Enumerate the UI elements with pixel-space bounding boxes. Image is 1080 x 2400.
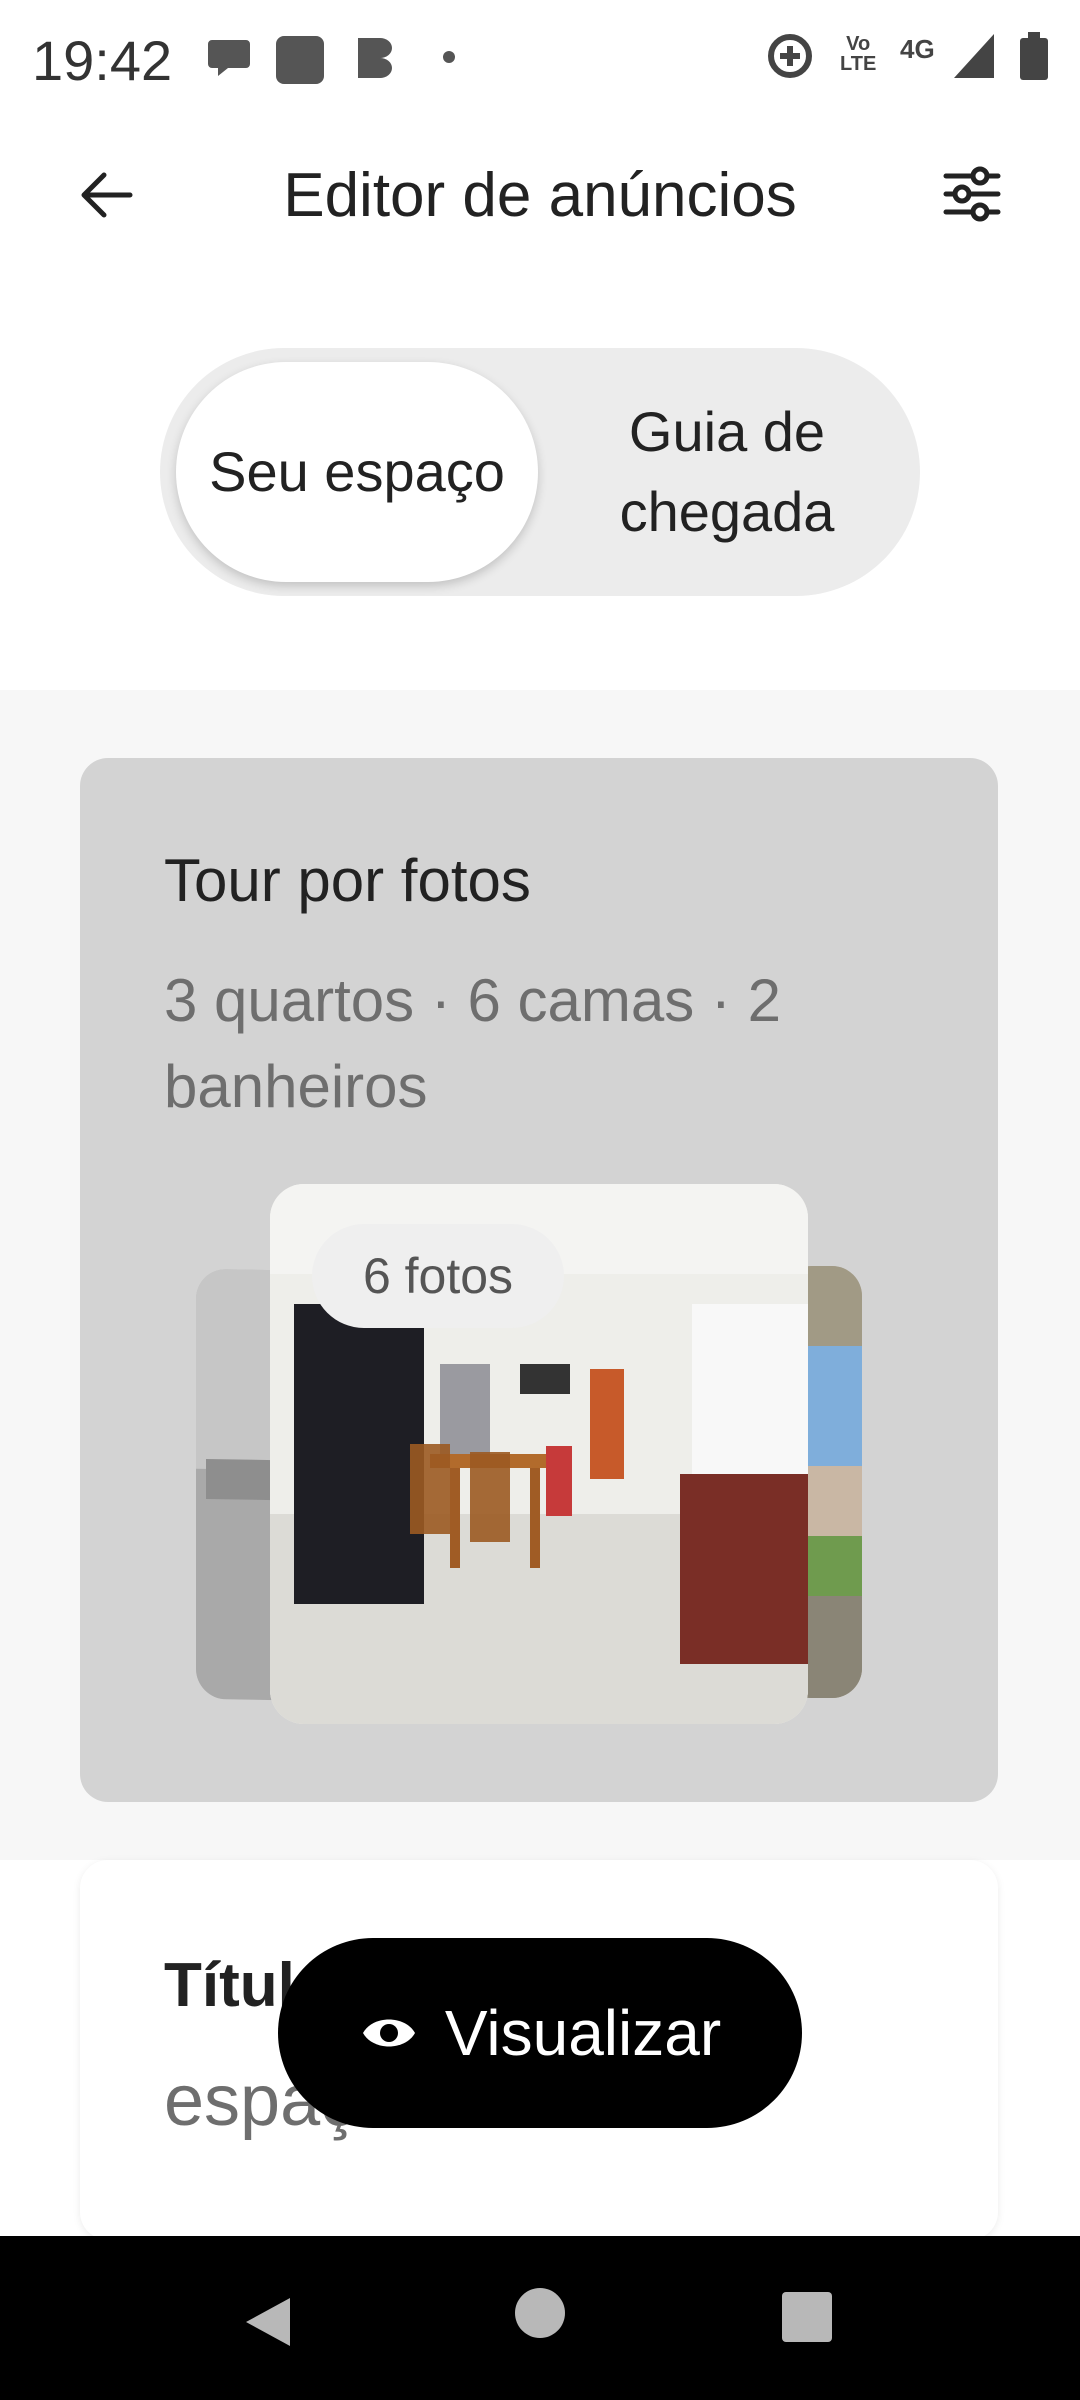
photo-tour-summary: 3 quartos · 6 camas · 2 banheiros xyxy=(164,967,781,1120)
data-saver-icon xyxy=(768,34,812,78)
photo-tour-card[interactable]: Tour por fotos 3 quartos · 6 camas · 2 b… xyxy=(80,758,998,1802)
network-type-label: 4G xyxy=(900,34,935,64)
app-notification-icon xyxy=(276,36,324,84)
tab-seu-espaco-label: Seu espaço xyxy=(209,440,505,503)
eye-icon xyxy=(362,2019,415,2047)
volte-label: Vo LTE xyxy=(840,33,877,75)
more-notifications-dot-icon xyxy=(443,51,455,63)
battery-icon xyxy=(1020,32,1048,80)
signal-strength-icon xyxy=(954,34,994,78)
editor-segmented-control: Seu espaço Guia de chegada xyxy=(160,348,920,596)
app-b-notification-icon xyxy=(358,38,392,78)
status-time: 19:42 xyxy=(32,29,173,92)
photo-tour-title: Tour por fotos xyxy=(164,847,531,914)
tab-seu-espaco[interactable]: Seu espaço xyxy=(176,362,538,582)
top-app-bar: Editor de anúncios xyxy=(0,140,1080,260)
listing-title-heading: Títul xyxy=(164,1951,295,2020)
nav-home-icon[interactable] xyxy=(515,2288,565,2338)
nav-back-icon[interactable] xyxy=(240,2294,296,2350)
nav-recents-icon[interactable] xyxy=(782,2292,832,2342)
preview-button[interactable]: Visualizar xyxy=(278,1938,802,2128)
preview-button-label: Visualizar xyxy=(444,1997,722,2069)
tab-guia-de-chegada-label: Guia de chegada xyxy=(619,400,835,543)
settings-sliders-icon[interactable] xyxy=(940,162,1004,226)
chat-notification-icon xyxy=(208,40,250,76)
photo-count-badge: 6 fotos xyxy=(312,1224,564,1328)
tab-guia-de-chegada[interactable]: Guia de chegada xyxy=(546,362,908,582)
status-bar: 19:42 Vo LTE 4G xyxy=(0,0,1080,120)
system-navigation-bar xyxy=(0,2236,1080,2400)
page-title: Editor de anúncios xyxy=(283,161,797,230)
